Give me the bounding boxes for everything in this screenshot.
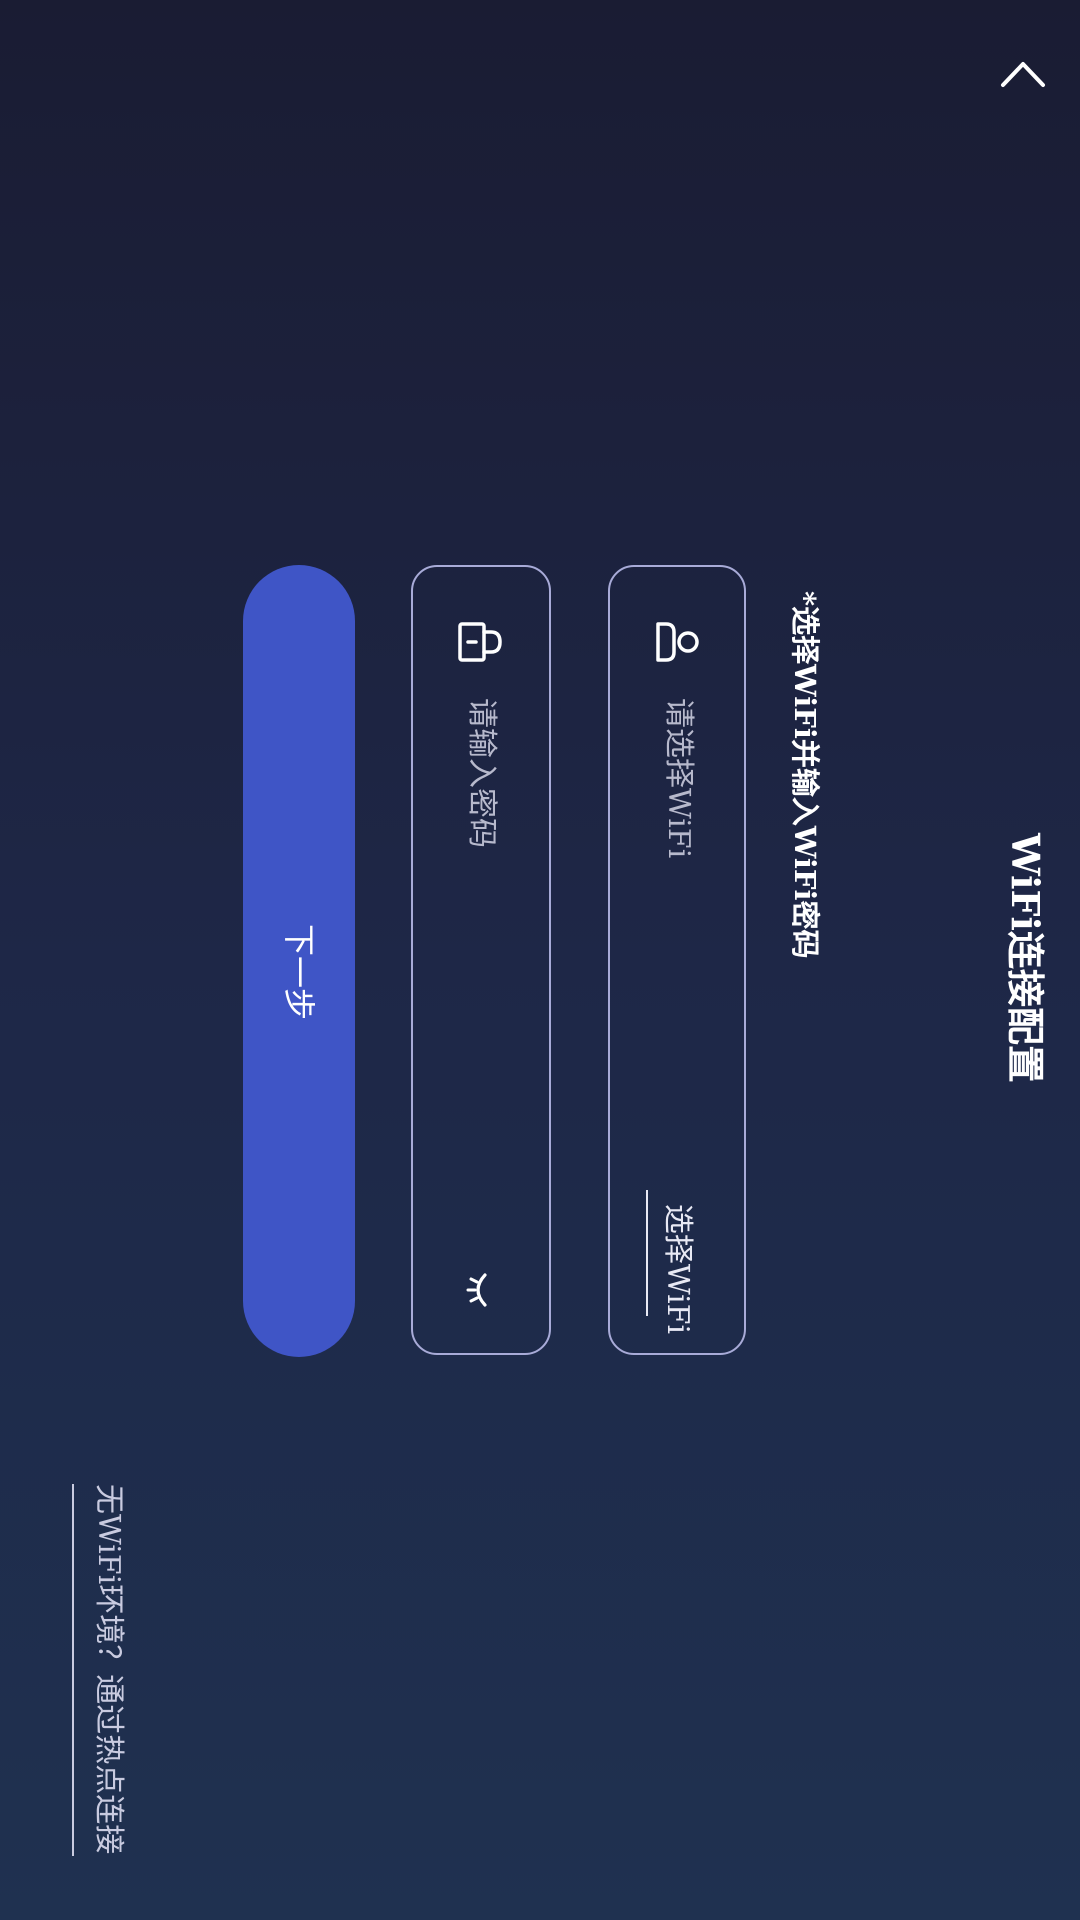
hotspot-link-underline [72, 1484, 74, 1856]
select-wifi-underline [646, 1190, 648, 1316]
lock-icon [458, 622, 502, 662]
select-wifi-link[interactable]: 选择WiFi [657, 1199, 697, 1339]
password-placeholder: 请输入密码 [464, 698, 499, 848]
next-button-label: 下一步 [280, 923, 318, 1020]
wifi-placeholder: 请选择WiFi [661, 698, 696, 859]
form-hint: *选择WiFi并输入WiFi密码 [788, 591, 822, 959]
password-field[interactable] [411, 565, 551, 1355]
user-icon [656, 622, 699, 662]
hotspot-connect-link[interactable]: 无WiFi环境？通过热点连接 [88, 1484, 128, 1864]
page-title: WiFi连接配置 [1003, 833, 1048, 1083]
chevron-up-icon[interactable] [1000, 58, 1046, 88]
eye-closed-icon[interactable] [464, 1270, 498, 1310]
